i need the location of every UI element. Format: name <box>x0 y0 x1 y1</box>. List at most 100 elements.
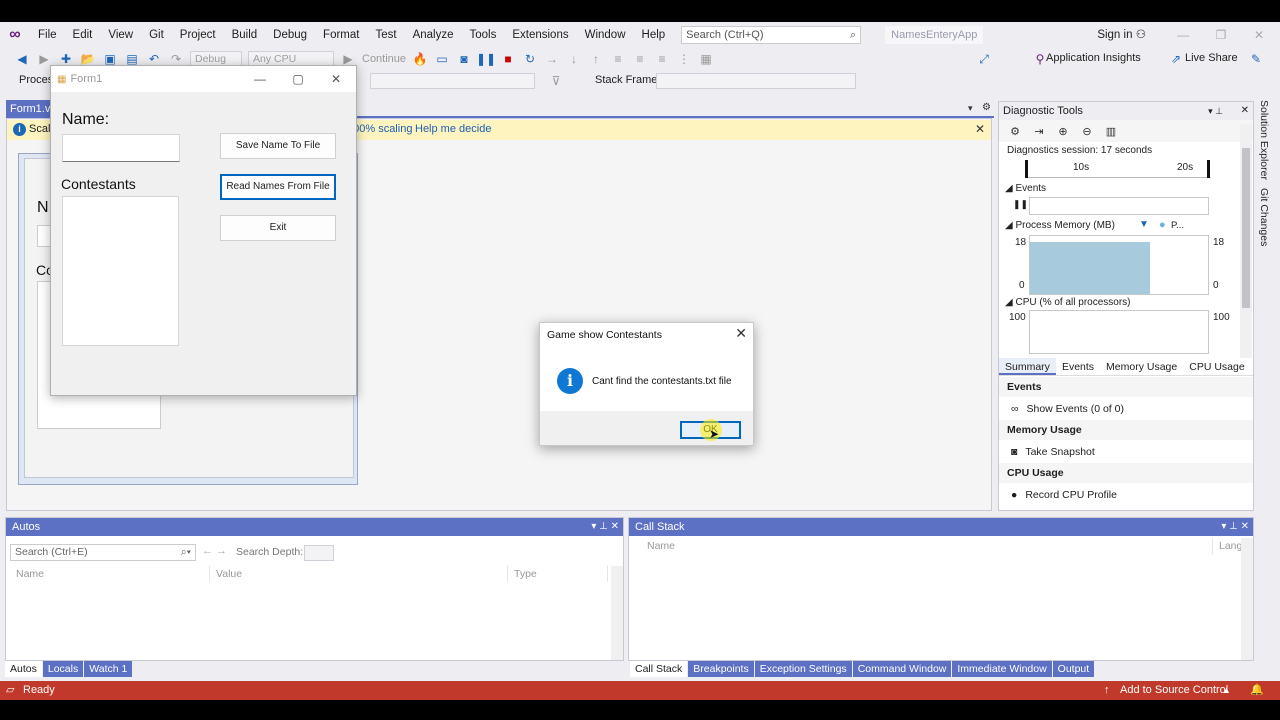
quick-search-input[interactable]: Search (Ctrl+Q) ⌕ <box>681 26 862 44</box>
designer-settings-icon[interactable]: ⚙ <box>982 102 991 113</box>
memory-filter-icon[interactable]: ▼ <box>1139 219 1149 230</box>
git-changes-tab[interactable]: Git Changes <box>1258 188 1270 246</box>
step-over-icon[interactable]: → <box>544 51 560 67</box>
diag-scrollbar-thumb[interactable] <box>1242 148 1250 308</box>
name-input[interactable] <box>62 134 180 162</box>
source-control-caret-icon[interactable]: ▲ <box>1222 681 1231 700</box>
screenshot-icon[interactable]: ◙ <box>456 51 472 67</box>
application-insights-button[interactable]: Application Insights <box>1046 52 1141 64</box>
diag-export-icon[interactable]: ⇥ <box>1031 123 1047 139</box>
save-name-button[interactable]: Save Name To File <box>220 133 336 159</box>
tab-call-stack[interactable]: Call Stack <box>630 661 688 677</box>
thread-select[interactable] <box>370 73 535 89</box>
continue-button[interactable]: Continue <box>362 53 406 65</box>
solution-explorer-tab[interactable]: Solution Explorer <box>1258 100 1270 180</box>
feedback-icon[interactable]: ✎ <box>1248 51 1264 67</box>
tab-exception-settings[interactable]: Exception Settings <box>754 661 852 677</box>
search-depth-select[interactable] <box>304 545 334 561</box>
diag-scrollbar[interactable] <box>1240 124 1252 358</box>
call-stack-scrollbar[interactable] <box>1241 538 1253 660</box>
help-me-decide-link[interactable]: Help me decide <box>415 123 491 135</box>
callstack-col-name[interactable]: Name <box>641 538 1213 554</box>
add-to-source-control-button[interactable]: Add to Source Control <box>1120 681 1228 700</box>
timeline-ruler[interactable]: 10s 20s <box>1025 160 1211 178</box>
autos-scrollbar[interactable] <box>611 566 623 660</box>
align-right-icon[interactable]: ≡ <box>654 51 670 67</box>
tab-immediate-window[interactable]: Immediate Window <box>952 661 1052 677</box>
menu-build[interactable]: Build <box>224 22 266 48</box>
align-left-icon[interactable]: ≡ <box>610 51 626 67</box>
menu-debug[interactable]: Debug <box>265 22 315 48</box>
filter-icon[interactable]: ⊽ <box>548 73 564 89</box>
events-pause-icon[interactable]: ❚❚ <box>1013 199 1028 210</box>
menu-extensions[interactable]: Extensions <box>504 22 576 48</box>
diag-settings-icon[interactable]: ⚙ <box>1007 123 1023 139</box>
tab-events[interactable]: Events <box>1056 358 1100 375</box>
autos-col-name[interactable]: Name <box>10 566 210 582</box>
spacing-icon[interactable]: ⋮ <box>676 51 692 67</box>
autos-col-type[interactable]: Type <box>508 566 608 582</box>
notifications-icon[interactable]: 🔔 <box>1250 681 1264 700</box>
read-names-button[interactable]: Read Names From File <box>220 174 336 200</box>
tab-memory-usage[interactable]: Memory Usage <box>1100 358 1183 375</box>
tab-dropdown-icon[interactable]: ▾ <box>968 103 973 114</box>
reset-zoom-icon[interactable]: ▥ <box>1103 123 1119 139</box>
zoom-out-icon[interactable]: ⊖ <box>1079 123 1095 139</box>
tab-cpu-usage[interactable]: CPU Usage <box>1183 358 1250 375</box>
stop-icon[interactable]: ■ <box>500 51 516 67</box>
form1-close-icon[interactable]: ✕ <box>317 66 355 92</box>
show-events-link[interactable]: ∞ Show Events (0 of 0) <box>999 398 1253 420</box>
menu-git[interactable]: Git <box>141 22 172 48</box>
menu-tools[interactable]: Tools <box>461 22 504 48</box>
menu-edit[interactable]: Edit <box>65 22 101 48</box>
timeline-start-handle[interactable] <box>1025 160 1028 178</box>
autos-col-value[interactable]: Value <box>210 566 508 582</box>
call-stack-pane-controls-icon[interactable]: ▾ ⊥ ✕ <box>1221 518 1249 536</box>
tab-watch1[interactable]: Watch 1 <box>84 661 133 677</box>
menu-project[interactable]: Project <box>172 22 224 48</box>
menu-analyze[interactable]: Analyze <box>405 22 462 48</box>
size-icon[interactable]: ▦ <box>698 51 714 67</box>
tab-locals[interactable]: Locals <box>42 661 84 677</box>
menu-test[interactable]: Test <box>367 22 404 48</box>
hot-reload-icon[interactable]: 🔥 <box>412 51 428 67</box>
diag-pane-options-icon[interactable]: ▾ ⊥ <box>1208 102 1223 120</box>
restart-icon[interactable]: ↻ <box>522 51 538 67</box>
back-icon[interactable]: ◀ <box>14 51 30 67</box>
tab-output[interactable]: Output <box>1052 661 1095 677</box>
menu-format[interactable]: Format <box>315 22 367 48</box>
menu-file[interactable]: File <box>30 22 65 48</box>
close-infobar-icon[interactable]: ✕ <box>975 122 985 136</box>
autos-nav-arrows-icon[interactable]: ← → <box>202 545 227 557</box>
menu-window[interactable]: Window <box>577 22 634 48</box>
zoom-in-icon[interactable]: ⊕ <box>1055 123 1071 139</box>
minimize-icon[interactable]: — <box>1164 22 1202 48</box>
autos-search-input[interactable]: Search (Ctrl+E) ⌕▾ <box>10 544 196 561</box>
tab-command-window[interactable]: Command Window <box>852 661 952 677</box>
tab-summary[interactable]: Summary <box>999 358 1056 375</box>
menu-help[interactable]: Help <box>634 22 674 48</box>
msgbox-close-icon[interactable]: ✕ <box>735 325 747 342</box>
timeline-end-handle[interactable] <box>1207 160 1210 178</box>
pause-icon[interactable]: ❚❚ <box>476 51 496 67</box>
tab-autos[interactable]: Autos <box>5 661 42 677</box>
pointer-icon[interactable]: ⤢ <box>976 51 992 67</box>
step-into-icon[interactable]: ↓ <box>566 51 582 67</box>
form1-maximize-icon[interactable]: ▢ <box>279 66 317 92</box>
exit-button[interactable]: Exit <box>220 215 336 241</box>
take-snapshot-link[interactable]: ◙ Take Snapshot <box>999 441 1253 463</box>
live-share-button[interactable]: Live Share <box>1185 52 1238 64</box>
sign-in-link[interactable]: Sign in ⚇ <box>1097 22 1146 48</box>
folder-icon[interactable]: ▭ <box>434 51 450 67</box>
diag-pane-close-icon[interactable]: ✕ <box>1241 102 1249 120</box>
autos-pane-controls-icon[interactable]: ▾ ⊥ ✕ <box>591 518 619 536</box>
close-icon[interactable]: ✕ <box>1240 22 1278 48</box>
record-cpu-profile-link[interactable]: ● Record CPU Profile <box>999 484 1253 506</box>
tab-breakpoints[interactable]: Breakpoints <box>688 661 754 677</box>
align-center-icon[interactable]: ≡ <box>632 51 648 67</box>
form1-minimize-icon[interactable]: — <box>241 66 279 92</box>
menu-view[interactable]: View <box>100 22 141 48</box>
restore-icon[interactable]: ❐ <box>1202 22 1240 48</box>
callstack-col-lang[interactable]: Lang <box>1213 538 1243 554</box>
contestants-listbox[interactable] <box>62 196 179 346</box>
